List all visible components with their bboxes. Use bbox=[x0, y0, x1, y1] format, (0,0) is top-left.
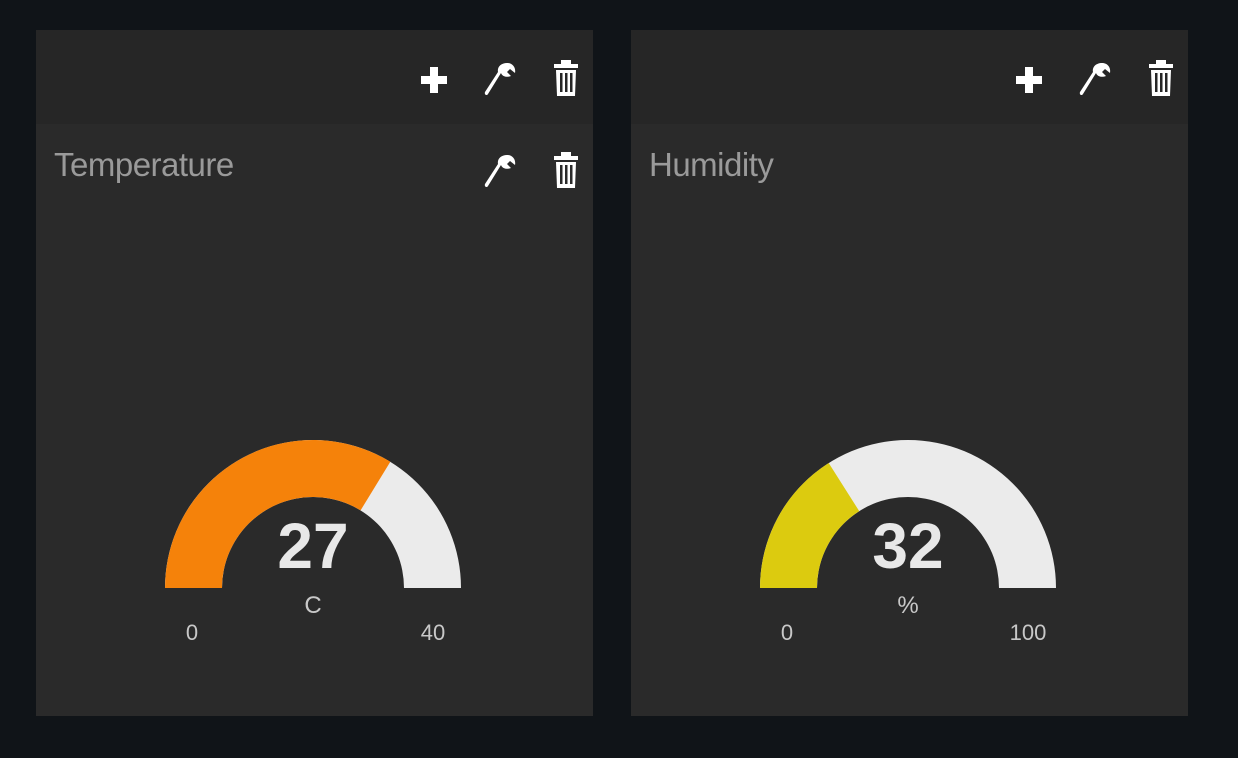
humidity-gauge: 32 % 0 100 bbox=[760, 440, 1056, 645]
gauge-max-label: 100 bbox=[1010, 620, 1047, 645]
humidity-panel: Humidity 32 % 0 100 bbox=[631, 30, 1188, 716]
gauge-min-label: 0 bbox=[186, 620, 198, 645]
gauge-unit: C bbox=[304, 592, 321, 619]
gauge-max-label: 40 bbox=[421, 620, 445, 645]
gauge-unit: % bbox=[897, 592, 918, 619]
gauge-value: 32 bbox=[872, 510, 943, 582]
gauge-value: 27 bbox=[277, 510, 348, 582]
temperature-gauge: 27 C 0 40 bbox=[165, 439, 461, 645]
gauge-min-label: 0 bbox=[781, 620, 793, 645]
temperature-panel: Temperature 27 C 0 40 bbox=[36, 30, 593, 716]
